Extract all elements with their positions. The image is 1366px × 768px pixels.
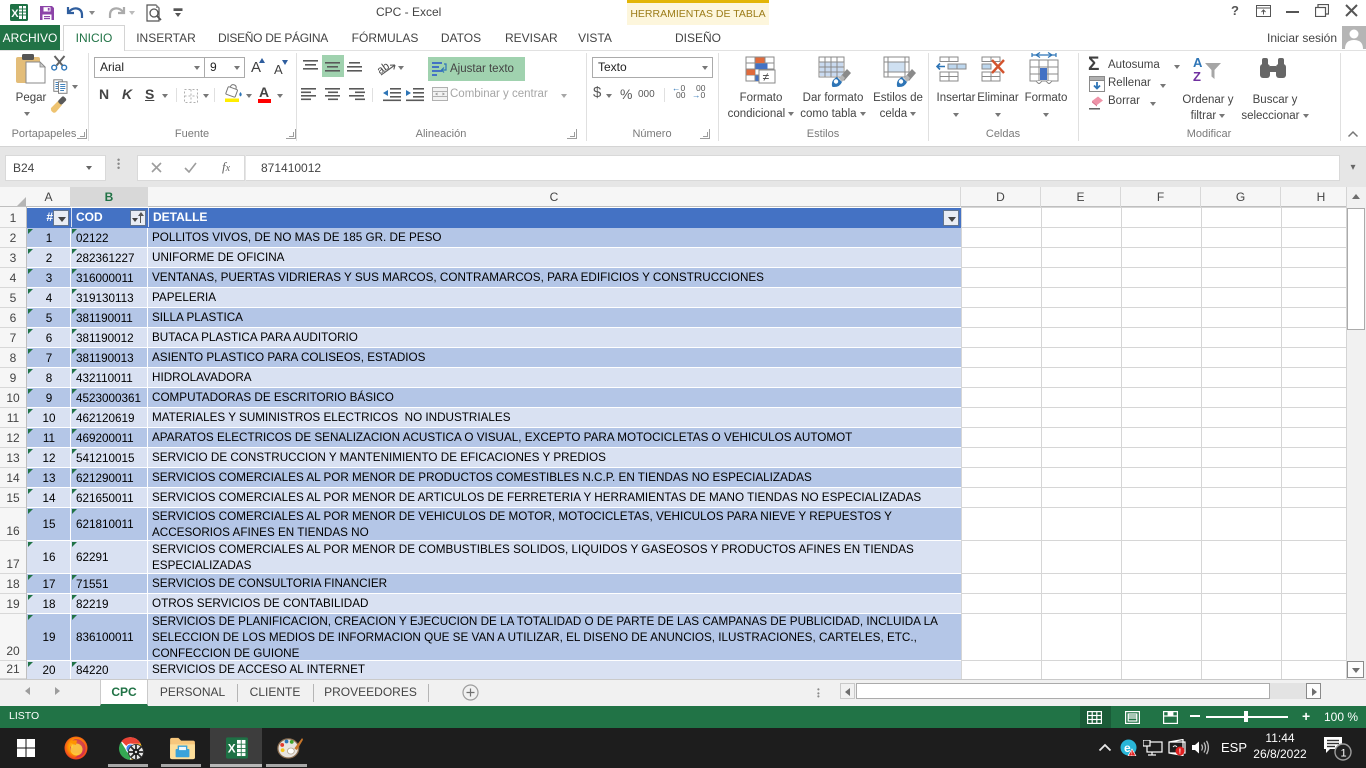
svg-text:1: 1: [1341, 748, 1347, 760]
svg-text:X: X: [11, 8, 19, 20]
svg-text:Z: Z: [1193, 69, 1201, 83]
svg-text:A: A: [1193, 55, 1203, 70]
svg-text:X: X: [228, 742, 236, 756]
svg-text:!: !: [1179, 749, 1181, 756]
svg-text:≠: ≠: [763, 70, 770, 84]
